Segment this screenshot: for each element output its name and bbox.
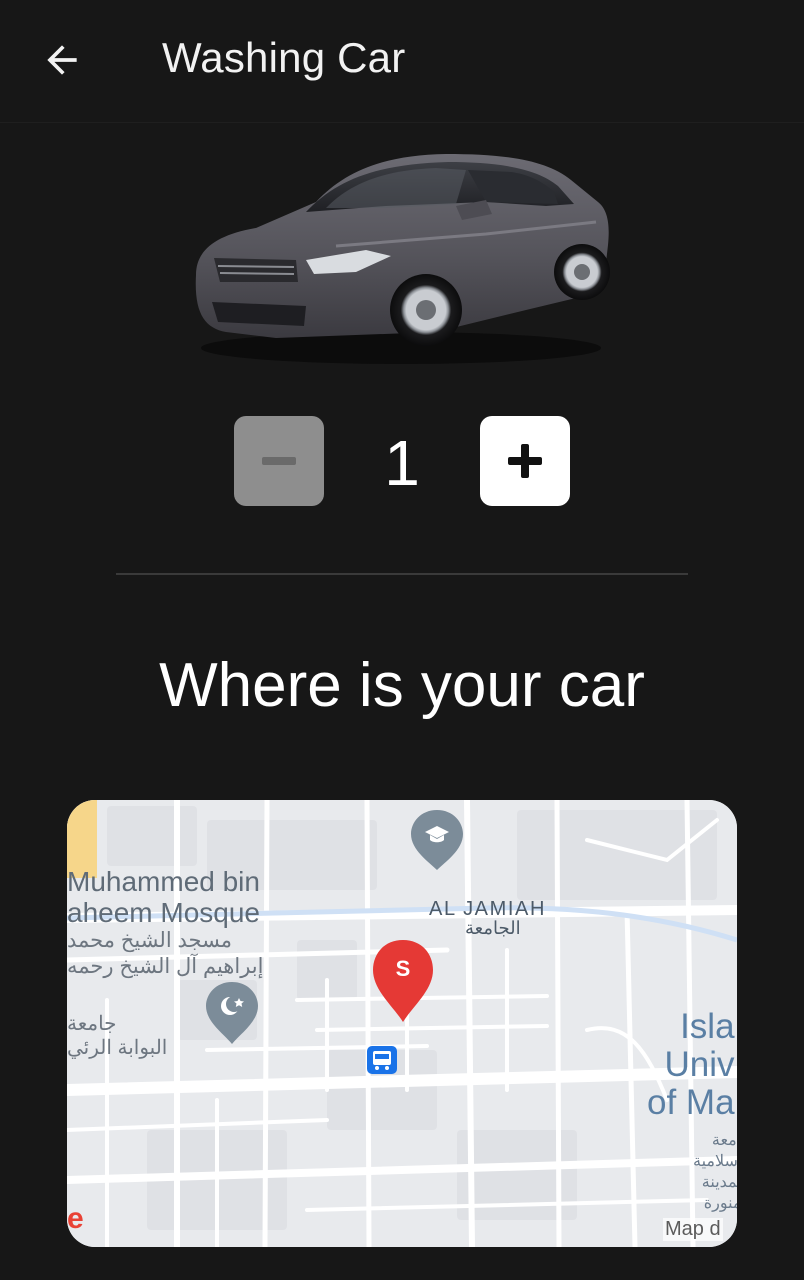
minus-icon: [262, 457, 296, 465]
back-button[interactable]: [30, 30, 94, 90]
increase-quantity-button[interactable]: [480, 416, 570, 506]
quantity-value: 1: [384, 427, 420, 499]
location-map[interactable]: S Muhammed bin aheem Mosque مسجد الشيخ م…: [67, 800, 737, 1247]
decrease-quantity-button[interactable]: [234, 416, 324, 506]
divider: [116, 573, 688, 575]
mosque-arabic-label: مسجد الشيخ محمد إبراهيم آل الشيخ رحمه: [67, 929, 264, 978]
page-title: Washing Car: [162, 34, 406, 81]
university-arabic-label: جامعة الإسلامية بالمدينة المنورة: [693, 1132, 737, 1212]
university-label: Isla Univ of Ma: [647, 1007, 735, 1122]
section-heading: Where is your car: [159, 651, 645, 720]
quantity-stepper: 1: [0, 416, 804, 506]
car-image: [186, 140, 616, 370]
map-data-attribution[interactable]: Map d: [663, 1218, 723, 1241]
arrow-left-icon: [47, 45, 77, 75]
district-arabic-label: الجامعة: [465, 918, 521, 938]
marker-letter: S: [395, 956, 411, 981]
gate-arabic-label: جامعة البوابة الرئي: [67, 1013, 168, 1059]
app-bar: Washing Car: [0, 0, 804, 122]
bus-stop-icon: [367, 1046, 397, 1074]
plus-icon: [508, 444, 542, 478]
google-logo-fragment: e: [67, 1202, 84, 1235]
mosque-label: Muhammed bin aheem Mosque: [67, 866, 261, 928]
